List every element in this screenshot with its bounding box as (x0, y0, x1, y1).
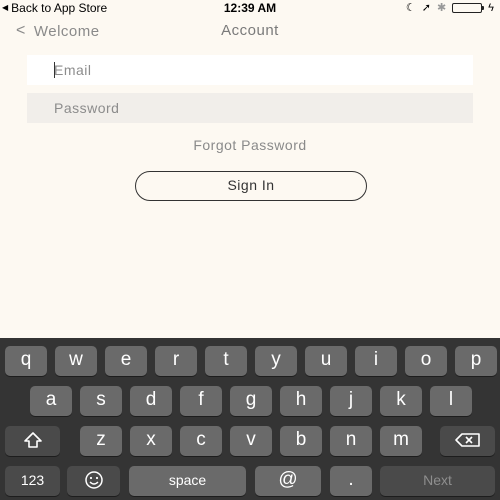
numbers-key[interactable]: 123 (5, 466, 60, 496)
key-t[interactable]: t (205, 346, 247, 376)
backspace-icon (454, 433, 480, 447)
key-e[interactable]: e (105, 346, 147, 376)
key-f[interactable]: f (180, 386, 222, 416)
keyboard: q w e r t y u i o p a s d f g h j k l z … (0, 338, 500, 500)
password-field[interactable] (27, 93, 473, 123)
key-s[interactable]: s (80, 386, 122, 416)
moon-icon: ☾ (405, 2, 416, 14)
key-y[interactable]: y (255, 346, 297, 376)
status-bar: ◀ Back to App Store 12:39 AM ☾ ➚ ✱ ϟ (0, 0, 500, 16)
text-cursor (54, 62, 55, 78)
key-v[interactable]: v (230, 426, 272, 456)
shift-arrow-icon (23, 432, 42, 448)
key-o[interactable]: o (405, 346, 447, 376)
key-a[interactable]: a (30, 386, 72, 416)
sign-in-button[interactable]: Sign In (135, 171, 367, 201)
next-key[interactable]: Next (380, 466, 495, 496)
key-l[interactable]: l (430, 386, 472, 416)
key-j[interactable]: j (330, 386, 372, 416)
key-d[interactable]: d (130, 386, 172, 416)
key-h[interactable]: h (280, 386, 322, 416)
email-field[interactable] (27, 55, 473, 85)
key-r[interactable]: r (155, 346, 197, 376)
shift-key[interactable] (5, 426, 60, 456)
period-key[interactable]: . (330, 466, 372, 496)
key-p[interactable]: p (455, 346, 497, 376)
key-m[interactable]: m (380, 426, 422, 456)
page-title: Account (221, 22, 279, 39)
battery-icon (452, 3, 485, 13)
navigation-bar: < Welcome Account (0, 18, 500, 46)
emoji-key[interactable] (67, 466, 120, 496)
key-i[interactable]: i (355, 346, 397, 376)
delete-key[interactable] (440, 426, 495, 456)
bluetooth-icon: ✱ (436, 2, 447, 14)
at-key[interactable]: @ (255, 466, 321, 496)
space-key[interactable]: space (129, 466, 246, 496)
key-x[interactable]: x (130, 426, 172, 456)
key-k[interactable]: k (380, 386, 422, 416)
key-c[interactable]: c (180, 426, 222, 456)
status-icons: ☾ ➚ ✱ ϟ (406, 2, 494, 14)
key-w[interactable]: w (55, 346, 97, 376)
location-arrow-icon: ➚ (421, 2, 431, 14)
key-g[interactable]: g (230, 386, 272, 416)
key-n[interactable]: n (330, 426, 372, 456)
emoji-icon (84, 471, 103, 489)
key-b[interactable]: b (280, 426, 322, 456)
forgot-password-link[interactable]: Forgot Password (0, 137, 500, 153)
key-q[interactable]: q (5, 346, 47, 376)
key-u[interactable]: u (305, 346, 347, 376)
key-z[interactable]: z (80, 426, 122, 456)
charging-icon: ϟ (488, 2, 494, 14)
